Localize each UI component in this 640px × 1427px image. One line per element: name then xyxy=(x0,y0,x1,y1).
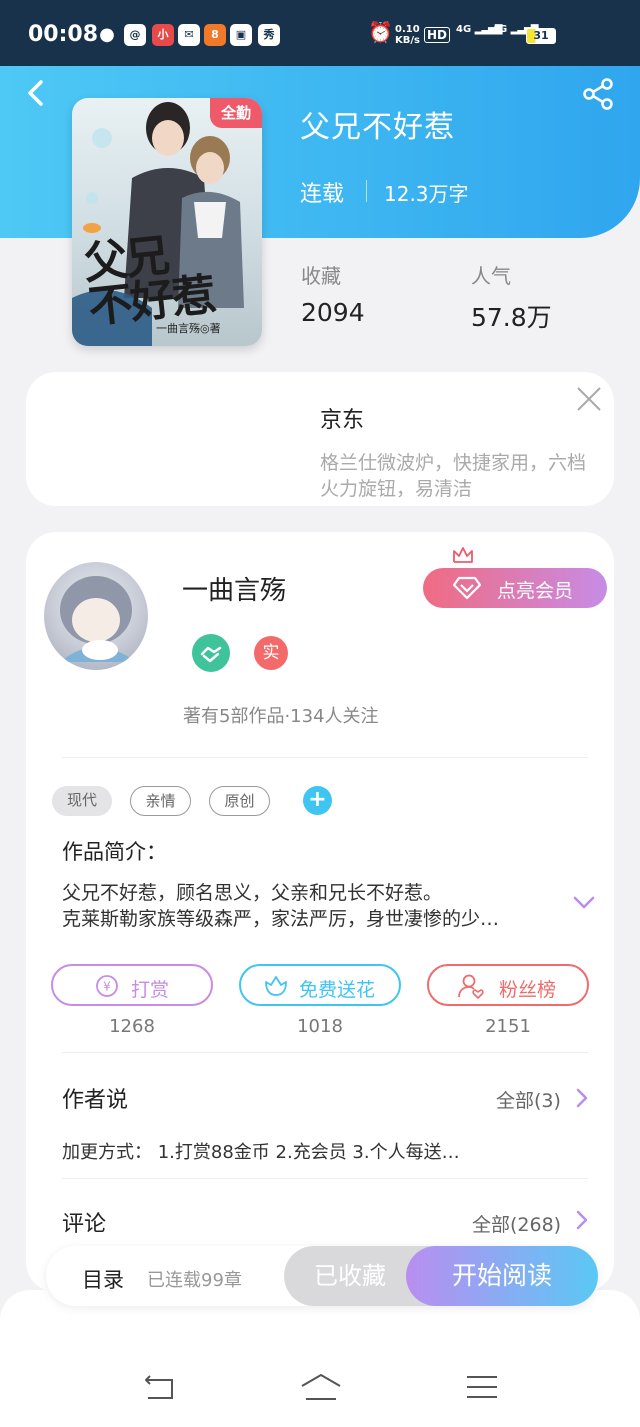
chevron-right-icon[interactable] xyxy=(574,1087,590,1109)
add-tag-icon[interactable]: + xyxy=(303,786,332,815)
fans-rank-button[interactable]: 粉丝榜 xyxy=(427,964,589,1006)
cover-author: 一曲言殇◎著 xyxy=(156,322,221,335)
back-nav-icon[interactable] xyxy=(142,1372,178,1402)
author-says-all-link[interactable]: 全部(3) xyxy=(496,1086,561,1113)
intro-heading: 作品简介： xyxy=(62,840,167,864)
fans-count: 2151 xyxy=(485,1016,531,1037)
chevron-down-icon[interactable] xyxy=(572,894,596,912)
popularity-label: 人气 xyxy=(471,264,511,288)
net-speed: 0.10 KB/s xyxy=(395,24,420,46)
orange-app-icon: 8 xyxy=(204,24,226,46)
status-divider xyxy=(366,180,367,202)
home-nav-icon[interactable] xyxy=(300,1372,342,1402)
author-says-text[interactable]: 加更方式： 1.打赏88金币 2.充会员 3.个人每送… xyxy=(62,1138,460,1164)
show-app-icon: 秀 xyxy=(258,24,280,46)
status-time: 00:08 xyxy=(28,22,99,47)
author-name[interactable]: 一曲言殇 xyxy=(182,570,286,607)
tag-family[interactable]: 亲情 xyxy=(130,786,191,816)
vip-label: 点亮会员 xyxy=(497,580,574,602)
bottom-action-bar: 目录 已连载99章 已收藏 开始阅读 xyxy=(46,1246,598,1306)
chevron-right-icon[interactable] xyxy=(574,1209,590,1231)
comments-heading: 评论 xyxy=(62,1212,107,1237)
flower-icon xyxy=(265,976,287,996)
start-reading-button[interactable]: 开始阅读 xyxy=(406,1246,598,1306)
reward-label: 打赏 xyxy=(131,979,170,1001)
verified-badge[interactable]: 实 xyxy=(254,636,288,670)
status-bar: 00:08 ● @ 小 ✉ 8 ▣ 秀 ⏰ 0.10 KB/s HD 4G ▂▃▅… xyxy=(0,0,640,66)
reward-count: 1268 xyxy=(109,1016,155,1037)
share-icon[interactable] xyxy=(580,76,616,112)
svg-text:¥: ¥ xyxy=(103,980,111,994)
system-nav-bar xyxy=(0,1290,640,1427)
divider xyxy=(62,1052,588,1053)
tv-app-icon: ▣ xyxy=(230,24,252,46)
popularity-value: 57.8万 xyxy=(471,303,552,332)
diamond-icon xyxy=(453,576,481,600)
free-flower-button[interactable]: 免费送花 xyxy=(239,964,401,1006)
catalog-button[interactable]: 目录 xyxy=(82,1264,124,1294)
qq-icon: ● xyxy=(99,24,115,45)
book-title: 父兄不好惹 xyxy=(300,110,455,145)
crown-icon xyxy=(453,547,473,563)
fan-user-icon xyxy=(458,974,484,999)
avatar-illustration xyxy=(60,576,136,662)
word-count: 12.3万字 xyxy=(384,182,469,206)
tag-modern[interactable]: 现代 xyxy=(52,786,112,816)
fans-label: 粉丝榜 xyxy=(499,979,557,1001)
divider xyxy=(62,1178,588,1179)
author-works-info: 著有5部作品·134人关注 xyxy=(183,706,379,727)
author-says-heading: 作者说 xyxy=(62,1088,129,1113)
divider xyxy=(62,757,588,758)
light-vip-button[interactable]: 点亮会员 xyxy=(423,568,607,608)
chat-app-icon: @ xyxy=(124,24,146,46)
intro-text: 父兄不好惹，顾名思义，父亲和兄长不好惹。 克莱斯勒家族等级森严，家法严厉，身世凄惨… xyxy=(62,882,500,930)
close-icon[interactable] xyxy=(574,384,604,414)
hd-icon: HD xyxy=(424,27,451,43)
book-status: 连载 xyxy=(300,182,345,207)
book-detail-screen: 00:08 ● @ 小 ✉ 8 ▣ 秀 ⏰ 0.10 KB/s HD 4G ▂▃▅… xyxy=(0,0,640,1427)
fav-label: 收藏 xyxy=(301,264,341,288)
handshake-badge-icon[interactable] xyxy=(192,634,230,672)
fav-value: 2094 xyxy=(301,298,365,327)
red-app-icon: 小 xyxy=(152,24,174,46)
battery-icon: 31 xyxy=(526,28,556,44)
back-icon[interactable] xyxy=(22,78,52,108)
author-avatar[interactable] xyxy=(44,562,148,670)
comments-all-link[interactable]: 全部(268) xyxy=(472,1210,561,1237)
alarm-icon: ⏰ xyxy=(368,20,393,44)
cover-title: 父兄 不好惹 xyxy=(81,230,217,334)
full-attendance-badge: 全勤 xyxy=(210,98,262,128)
flower-label: 免费送花 xyxy=(299,979,376,1001)
ad-banner[interactable]: 京东 格兰仕微波炉，快捷家用，六档 火力旋钮，易清洁 xyxy=(26,372,614,506)
mail-app-icon: ✉ xyxy=(178,24,200,46)
chapter-count: 已连载99章 xyxy=(147,1270,242,1291)
flower-count: 1018 xyxy=(297,1016,343,1037)
tag-original[interactable]: 原创 xyxy=(209,786,270,816)
reward-button[interactable]: ¥ 打赏 xyxy=(51,964,213,1006)
menu-nav-icon[interactable] xyxy=(464,1372,500,1402)
ad-description: 格兰仕微波炉，快捷家用，六档 火力旋钮，易清洁 xyxy=(320,452,587,500)
coin-icon: ¥ xyxy=(96,975,118,997)
ad-brand: 京东 xyxy=(320,408,365,433)
book-cover[interactable]: 全勤 父兄 不好惹 一曲言殇◎著 xyxy=(72,98,262,346)
